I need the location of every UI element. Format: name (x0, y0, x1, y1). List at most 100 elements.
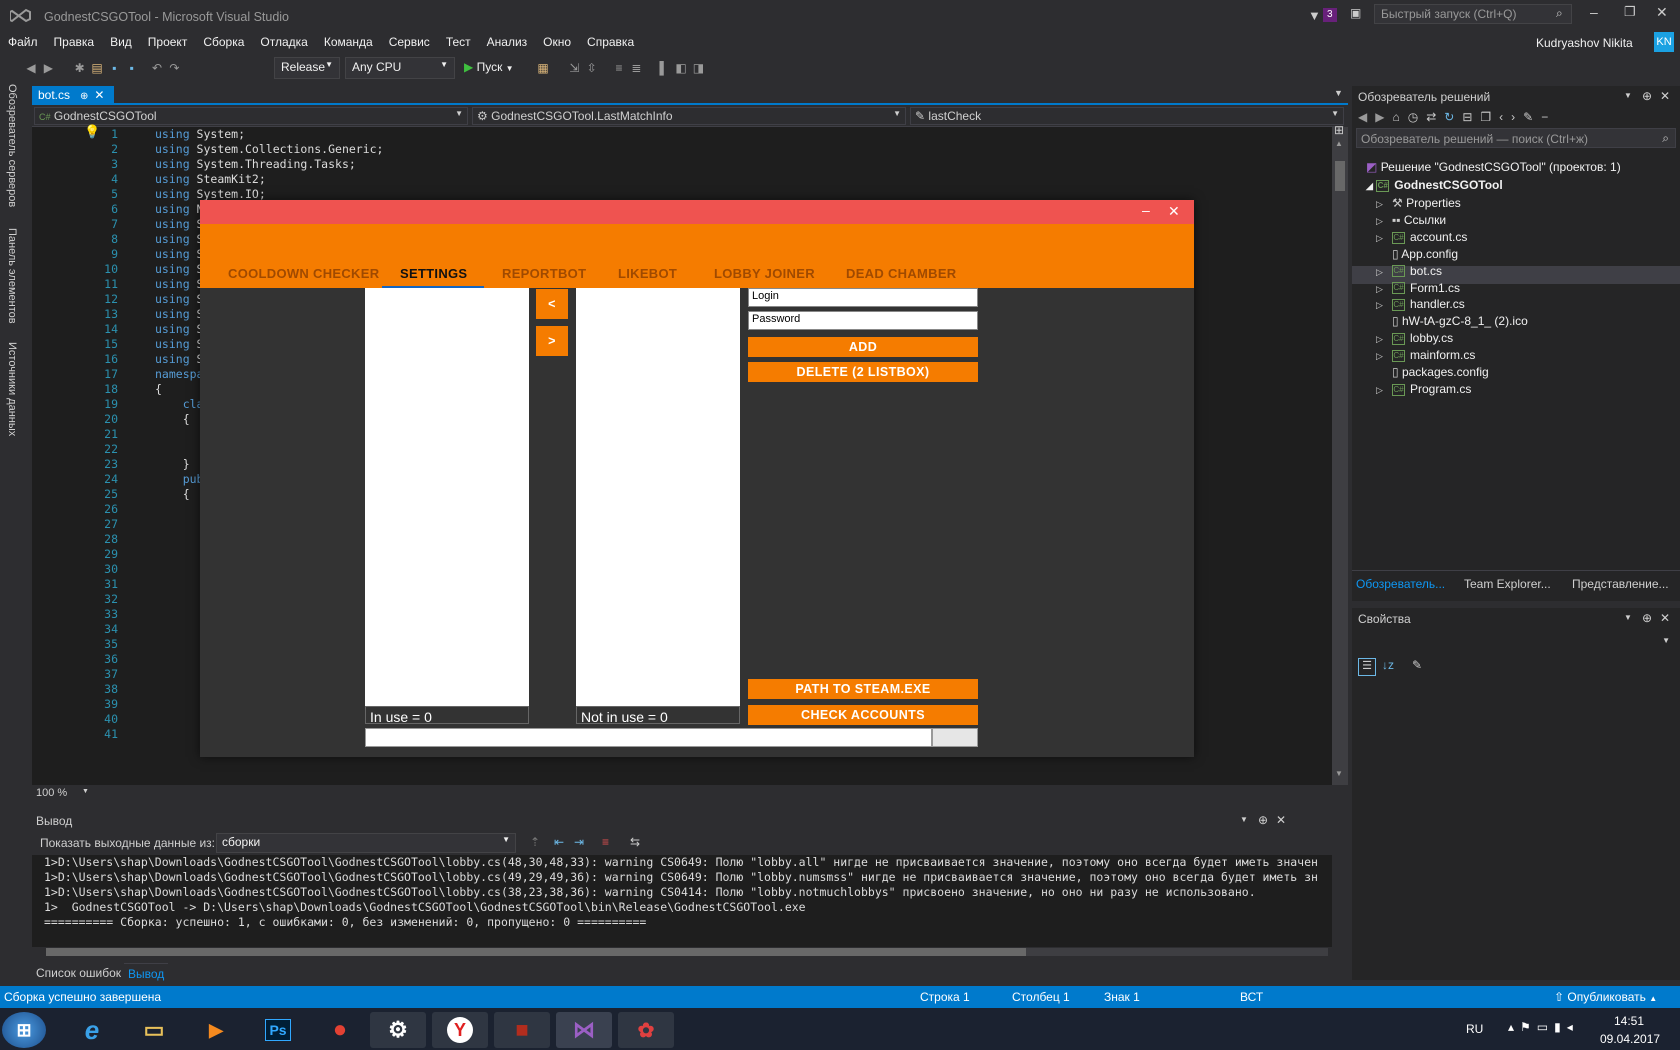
menu-build[interactable]: Сборка (195, 32, 252, 49)
output-close-icon[interactable]: ✕ (1276, 813, 1286, 827)
menu-debug[interactable]: Отладка (252, 32, 315, 49)
visual-studio-icon[interactable]: ⋈ (556, 1012, 612, 1048)
open-icon[interactable]: ▤ (90, 61, 104, 75)
output-dropdown-icon[interactable]: ▼ (1240, 815, 1248, 824)
solution-item[interactable]: ▷ ▪▪ Ссылки (1376, 213, 1446, 227)
yandex-icon[interactable]: Y (432, 1012, 488, 1048)
solution-item[interactable]: ▷ C# handler.cs (1376, 297, 1465, 311)
avatar[interactable]: KN (1654, 32, 1674, 52)
forward-icon[interactable]: ▶ (1375, 110, 1392, 124)
sol-dropdown-icon[interactable]: ▼ (1624, 91, 1632, 100)
minus-icon[interactable]: − (1541, 110, 1556, 124)
scroll-down-icon[interactable]: ▼ (1335, 769, 1343, 778)
chrome-icon[interactable]: ● (312, 1012, 368, 1048)
filter-icon[interactable]: ▼ (1308, 8, 1321, 23)
comment-icon[interactable]: ≡ (612, 61, 626, 75)
expand-arrow-icon[interactable]: ▷ (1376, 267, 1392, 278)
solution-item[interactable]: ▷ C# lobby.cs (1376, 331, 1453, 345)
clear-all-icon[interactable]: ≡ (602, 835, 609, 849)
start-button[interactable]: ⊞ (2, 1012, 46, 1048)
csgo-tool-icon[interactable]: ✿ (618, 1012, 674, 1048)
tab-likebot[interactable]: LIKEBOT (618, 266, 677, 281)
tray-icons[interactable]: ▴⚑▭▮◂ (1508, 1020, 1579, 1034)
prop-object-select[interactable]: ▼ (1356, 632, 1674, 650)
bookmark-icon[interactable]: ▌ (657, 61, 671, 75)
menu-file[interactable]: Файл (0, 32, 46, 49)
check-accounts-button[interactable]: CHECK ACCOUNTS (748, 705, 978, 725)
doc-dropdown-icon[interactable]: ▼ (1334, 88, 1343, 98)
code-icon[interactable]: ‹› (1499, 110, 1523, 124)
tab-bot-cs[interactable]: bot.cs ⊕ ✕ (32, 86, 114, 104)
expand-arrow-icon[interactable]: ▷ (1376, 284, 1392, 295)
pin-icon[interactable]: ⊕ (80, 91, 88, 102)
scroll-thumb[interactable] (1335, 161, 1345, 191)
refresh-icon[interactable]: ↻ (1444, 110, 1462, 124)
publish-button[interactable]: ⇧ Опубликовать ▲ (1554, 990, 1657, 1004)
alphabetical-icon[interactable]: ↓z (1382, 658, 1394, 672)
app-minimize-button[interactable]: – (1142, 202, 1150, 218)
solution-item[interactable]: ▯ packages.config (1376, 365, 1489, 379)
tab-team-explorer[interactable]: Team Explorer... (1464, 577, 1551, 591)
solution-item[interactable]: ▯ App.config (1376, 247, 1458, 261)
menu-team[interactable]: Команда (316, 32, 381, 49)
history-icon[interactable]: ◷ (1408, 110, 1426, 124)
clock-date[interactable]: 09.04.2017 (1600, 1032, 1660, 1046)
move-right-button[interactable]: > (536, 326, 568, 356)
menu-analyze[interactable]: Анализ (479, 32, 536, 49)
nav-member-select[interactable]: ✎ lastCheck ▼ (910, 107, 1344, 125)
prop-dropdown-icon[interactable]: ▼ (1624, 613, 1632, 622)
nav-class-select[interactable]: ⚙ GodnestCSGOTool.LastMatchInfo ▼ (472, 107, 906, 125)
tab-cooldown-checker[interactable]: COOLDOWN CHECKER (228, 266, 379, 281)
uncomment-icon[interactable]: ≣ (629, 61, 643, 75)
prop-pin-icon[interactable]: ⊕ (1642, 611, 1652, 625)
data-sources-tab[interactable]: Источники данных (6, 342, 18, 436)
expand-arrow-icon[interactable]: ▷ (1376, 385, 1392, 396)
forward-icon[interactable]: ▶ (41, 61, 55, 75)
solution-item[interactable]: ▯ hW-tA-gzC-8_1_ (2).ico (1376, 314, 1528, 328)
menu-help[interactable]: Справка (579, 32, 642, 49)
not-in-use-listbox[interactable] (576, 288, 740, 706)
in-use-listbox[interactable] (365, 288, 529, 706)
expand-arrow-icon[interactable]: ▷ (1376, 233, 1392, 244)
sync-icon[interactable]: ⇄ (1426, 110, 1444, 124)
save-icon[interactable]: ▪ (107, 61, 121, 75)
quick-launch-icon[interactable]: ▣ (1350, 6, 1361, 20)
solution-item[interactable]: ▷ ⚒ Properties (1376, 196, 1461, 210)
menu-project[interactable]: Проект (140, 32, 196, 49)
next-message-icon[interactable]: ⇥ (574, 835, 584, 849)
platform-select[interactable]: Any CPU ▼ (345, 57, 455, 79)
path-input[interactable] (365, 728, 932, 747)
language-indicator[interactable]: RU (1466, 1022, 1483, 1036)
tab-settings[interactable]: SETTINGS (400, 266, 467, 281)
tab-reportbot[interactable]: REPORTBOT (502, 266, 586, 281)
nav-project-select[interactable]: C# GodnestCSGOTool ▼ (34, 107, 468, 125)
expand-arrow-icon[interactable]: ▷ (1376, 334, 1392, 345)
browser-link-icon[interactable]: ▦ (536, 61, 550, 75)
word-wrap-icon[interactable]: ⇆ (630, 835, 640, 849)
tab-class-view[interactable]: Представление... (1572, 577, 1669, 591)
tab-output[interactable]: Вывод (124, 963, 169, 984)
photoshop-icon[interactable]: Ps (250, 1012, 306, 1048)
prop-close-icon[interactable]: ✕ (1660, 611, 1670, 625)
zoom-select[interactable]: 100 % (36, 787, 67, 799)
close-tab-icon[interactable]: ✕ (94, 88, 104, 102)
menu-tools[interactable]: Сервис (381, 32, 438, 49)
user-name[interactable]: Kudryashov Nikita (1536, 36, 1633, 50)
sol-close-icon[interactable]: ✕ (1660, 89, 1670, 103)
output-hscroll[interactable] (46, 948, 1328, 956)
output-pin-icon[interactable]: ⊕ (1258, 813, 1268, 827)
expand-arrow-icon[interactable]: ▷ (1376, 199, 1392, 210)
minimize-button[interactable]: – (1590, 4, 1598, 20)
app-close-button[interactable]: ✕ (1168, 203, 1180, 220)
menu-test[interactable]: Тест (438, 32, 479, 49)
server-explorer-tab[interactable]: Обозреватель серверов (6, 84, 18, 207)
save-all-icon[interactable]: ▪ (125, 61, 139, 75)
login-field[interactable]: Login (748, 288, 978, 307)
password-field[interactable]: Password (748, 311, 978, 330)
property-pages-icon[interactable]: ✎ (1412, 658, 1422, 672)
solution-search-input[interactable]: Обозреватель решений — поиск (Ctrl+ж) ⌕ (1356, 128, 1676, 148)
sol-pin-icon[interactable]: ⊕ (1642, 89, 1652, 103)
path-browse-button[interactable] (932, 728, 978, 747)
path-to-steam-button[interactable]: PATH TO STEAM.EXE (748, 679, 978, 699)
output-source-select[interactable]: сборки ▼ (216, 833, 516, 853)
